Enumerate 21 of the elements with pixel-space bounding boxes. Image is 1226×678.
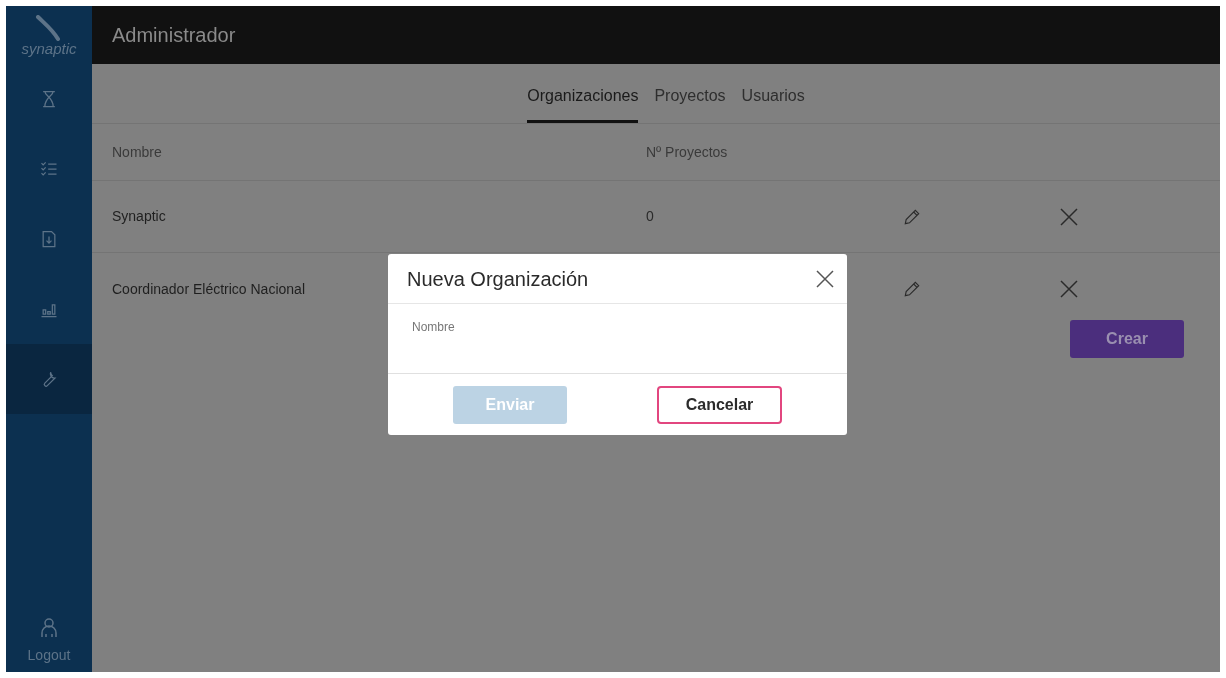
column-header: Nombre xyxy=(111,142,163,162)
page-title: Administrador xyxy=(112,23,236,48)
tab[interactable]: Organizaciones xyxy=(527,84,639,123)
tab[interactable]: Usuarios xyxy=(741,84,805,123)
create-button[interactable]: Crear xyxy=(1070,320,1184,358)
table-cell: 0 xyxy=(646,208,654,224)
delete-icon[interactable] xyxy=(1059,279,1079,299)
tab[interactable]: Proyectos xyxy=(654,84,726,123)
field-label: Nombre xyxy=(412,320,455,334)
close-icon[interactable] xyxy=(815,268,835,289)
logo-text: synaptic xyxy=(21,40,77,56)
cancel-button[interactable]: Cancelar xyxy=(657,385,782,424)
name-field[interactable]: Nombre xyxy=(388,304,847,374)
user-icon[interactable] xyxy=(39,617,59,639)
logout-link[interactable]: Logout xyxy=(27,645,71,666)
delete-icon[interactable] xyxy=(1059,206,1079,227)
table-cell: Coordinador Eléctrico Nacional xyxy=(112,280,305,297)
column-header: Nº Proyectos xyxy=(646,142,728,162)
table-cell: Synaptic xyxy=(112,208,166,224)
edit-icon[interactable] xyxy=(902,279,922,299)
dialog-title: Nueva Organización xyxy=(407,266,589,292)
